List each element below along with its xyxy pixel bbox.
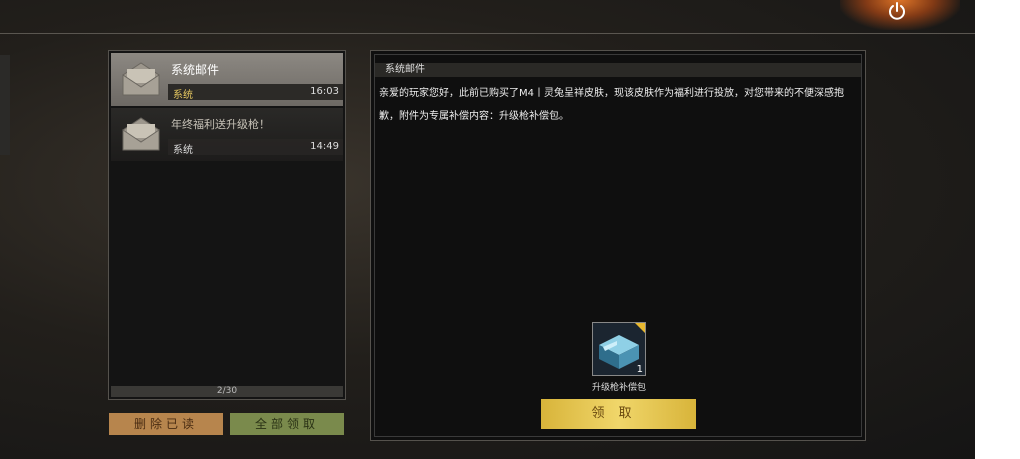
side-decoration xyxy=(0,55,10,155)
reward-item[interactable]: 1 xyxy=(592,322,646,376)
power-icon xyxy=(889,2,905,20)
mail-time: 14:49 xyxy=(310,141,339,152)
mail-detail-panel: 系统邮件 亲爱的玩家您好，此前已购买了M4丨灵兔呈祥皮肤，现该皮肤作为福利进行投… xyxy=(370,50,866,441)
mail-meta: 系统 16:03 xyxy=(168,84,343,101)
mail-list-item[interactable]: 系统邮件 系统 16:03 xyxy=(111,53,343,106)
page-indicator: 2/30 xyxy=(111,386,343,397)
mail-list-panel: 系统邮件 系统 16:03 年终福利送升级枪！ 系统 14:49 2/30 xyxy=(108,50,346,400)
claim-button[interactable]: 领取 xyxy=(541,399,696,429)
mail-title: 年终福利送升级枪！ xyxy=(171,118,270,131)
power-button[interactable] xyxy=(884,0,910,24)
mail-title: 系统邮件 xyxy=(171,63,220,77)
mail-list-item[interactable]: 年终福利送升级枪！ 系统 14:49 xyxy=(111,108,343,161)
mail-time: 16:03 xyxy=(310,86,339,97)
mail-sender: 系统 xyxy=(173,90,193,101)
envelope-icon xyxy=(122,117,160,151)
reward-name: 升级枪补偿包 xyxy=(591,383,646,393)
screen-edge xyxy=(975,0,1020,459)
detail-title: 系统邮件 xyxy=(375,63,861,77)
mail-sender: 系统 xyxy=(173,145,193,156)
header-divider xyxy=(0,33,975,34)
claim-all-button[interactable]: 全部领取 xyxy=(230,413,344,435)
mail-body-text: 亲爱的玩家您好，此前已购买了M4丨灵兔呈祥皮肤，现该皮肤作为福利进行投放，对您带… xyxy=(379,88,844,122)
reward-count: 1 xyxy=(636,364,643,375)
envelope-icon xyxy=(122,62,160,96)
mail-meta: 系统 14:49 xyxy=(168,139,343,156)
delete-read-button[interactable]: 删除已读 xyxy=(109,413,223,435)
